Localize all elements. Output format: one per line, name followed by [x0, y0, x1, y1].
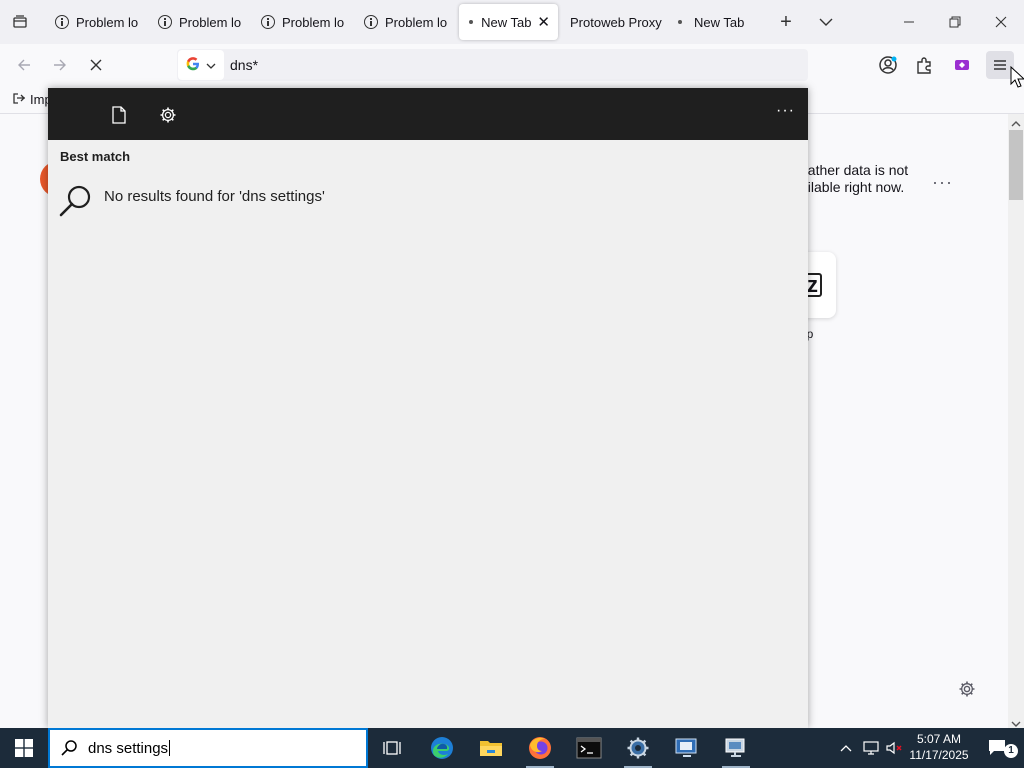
- tab-new-tab[interactable]: New Tab: [672, 4, 744, 40]
- info-icon: [54, 14, 70, 30]
- weather-line-1: eather data is not: [800, 162, 909, 178]
- chevron-down-icon[interactable]: [812, 8, 840, 36]
- url-input-text[interactable]: dns*: [230, 57, 258, 73]
- network-app-icon[interactable]: [712, 728, 760, 768]
- tab-label: New Tab: [694, 14, 745, 30]
- tab-new-tab-active[interactable]: New Tab ✕: [459, 4, 558, 40]
- tab-protoweb-proxy[interactable]: Protoweb Proxy: [570, 4, 662, 40]
- taskbar-search-input[interactable]: dns settings: [88, 740, 170, 757]
- clock-date: 11/17/2025: [909, 748, 969, 762]
- terminal-icon[interactable]: [565, 728, 613, 768]
- settings-gear-icon[interactable]: [157, 104, 179, 126]
- close-window-icon[interactable]: [987, 8, 1015, 36]
- page-scrollbar[interactable]: [1008, 114, 1024, 728]
- documents-icon[interactable]: [108, 104, 130, 126]
- info-icon: [363, 14, 379, 30]
- stop-loading-icon[interactable]: [82, 51, 110, 79]
- account-icon[interactable]: [874, 51, 902, 79]
- volume-muted-icon[interactable]: [882, 728, 906, 768]
- network-status-icon[interactable]: [858, 728, 884, 768]
- info-icon: [260, 14, 276, 30]
- forward-arrow-icon[interactable]: [46, 51, 74, 79]
- windows-search-panel: ··· Best match No results found for 'dns…: [48, 88, 808, 728]
- extensions-puzzle-icon[interactable]: [910, 51, 938, 79]
- show-hidden-icons-chevron[interactable]: [834, 728, 858, 768]
- clock-time: 5:07 AM: [916, 732, 962, 746]
- search-icon: [60, 739, 78, 760]
- dot-icon: [467, 14, 475, 30]
- taskbar: dns settings 5:07 AM 11/17/2025 1: [0, 728, 1024, 768]
- google-logo-icon: [186, 56, 200, 74]
- search-engine-selector[interactable]: [178, 50, 224, 80]
- taskbar-search-box[interactable]: dns settings: [48, 728, 368, 768]
- extension-purple-icon[interactable]: [948, 51, 976, 79]
- notification-count-badge: 1: [1004, 744, 1018, 758]
- new-tab-plus-icon[interactable]: +: [772, 8, 800, 36]
- mouse-cursor-icon: [1010, 65, 1024, 91]
- remote-desktop-icon[interactable]: [663, 728, 711, 768]
- chevron-down-icon: [206, 58, 216, 73]
- file-explorer-icon[interactable]: [467, 728, 515, 768]
- all-results-icon[interactable]: [60, 104, 82, 126]
- weather-unavailable-message: eather data is not ailable right now.: [800, 162, 920, 196]
- minimize-icon[interactable]: [895, 8, 923, 36]
- restore-icon[interactable]: [941, 8, 969, 36]
- tab-problem-4[interactable]: Problem lo: [363, 4, 447, 40]
- tab-problem-2[interactable]: Problem lo: [157, 4, 241, 40]
- windows-start-icon[interactable]: [0, 728, 48, 768]
- search-panel-header: ···: [48, 88, 808, 140]
- close-tab-icon[interactable]: ✕: [537, 15, 550, 30]
- tab-label: New Tab: [481, 14, 532, 30]
- more-options-icon[interactable]: ···: [776, 102, 795, 120]
- search-magnifier-icon: [58, 183, 94, 222]
- weather-more-options-icon[interactable]: ···: [932, 172, 953, 193]
- edge-browser-icon[interactable]: [418, 728, 466, 768]
- scroll-thumb[interactable]: [1009, 130, 1023, 200]
- tab-label: Problem lo: [76, 14, 139, 30]
- dot-icon: [672, 14, 688, 30]
- list-all-tabs-icon[interactable]: [6, 8, 34, 36]
- import-icon: [12, 91, 26, 108]
- url-bar[interactable]: dns*: [177, 49, 808, 81]
- import-bookmarks-button[interactable]: Imp: [12, 91, 52, 108]
- tab-label: Protoweb Proxy: [570, 14, 662, 30]
- firefox-icon[interactable]: [516, 728, 564, 768]
- tab-label: Problem lo: [282, 14, 345, 30]
- info-icon: [157, 14, 173, 30]
- best-match-heading: Best match: [60, 149, 131, 164]
- tab-problem-3[interactable]: Problem lo: [260, 4, 344, 40]
- no-results-message: No results found for 'dns settings': [104, 188, 325, 205]
- task-view-icon[interactable]: [368, 728, 416, 768]
- tab-label: Problem lo: [179, 14, 242, 30]
- tab-bar: Problem lo Problem lo Problem lo Problem…: [0, 0, 1024, 44]
- scroll-up-arrow-icon[interactable]: [1011, 116, 1021, 131]
- navigation-bar: dns*: [0, 44, 1024, 86]
- settings-app-icon[interactable]: [614, 728, 662, 768]
- tab-label: Problem lo: [385, 14, 448, 30]
- tab-problem-1[interactable]: Problem lo: [54, 4, 138, 40]
- system-clock[interactable]: 5:07 AM 11/17/2025: [904, 731, 974, 763]
- notification-center-icon[interactable]: 1: [978, 728, 1018, 768]
- back-arrow-icon[interactable]: [10, 51, 38, 79]
- personalize-gear-icon[interactable]: [958, 680, 976, 701]
- weather-line-2: ailable right now.: [800, 179, 905, 195]
